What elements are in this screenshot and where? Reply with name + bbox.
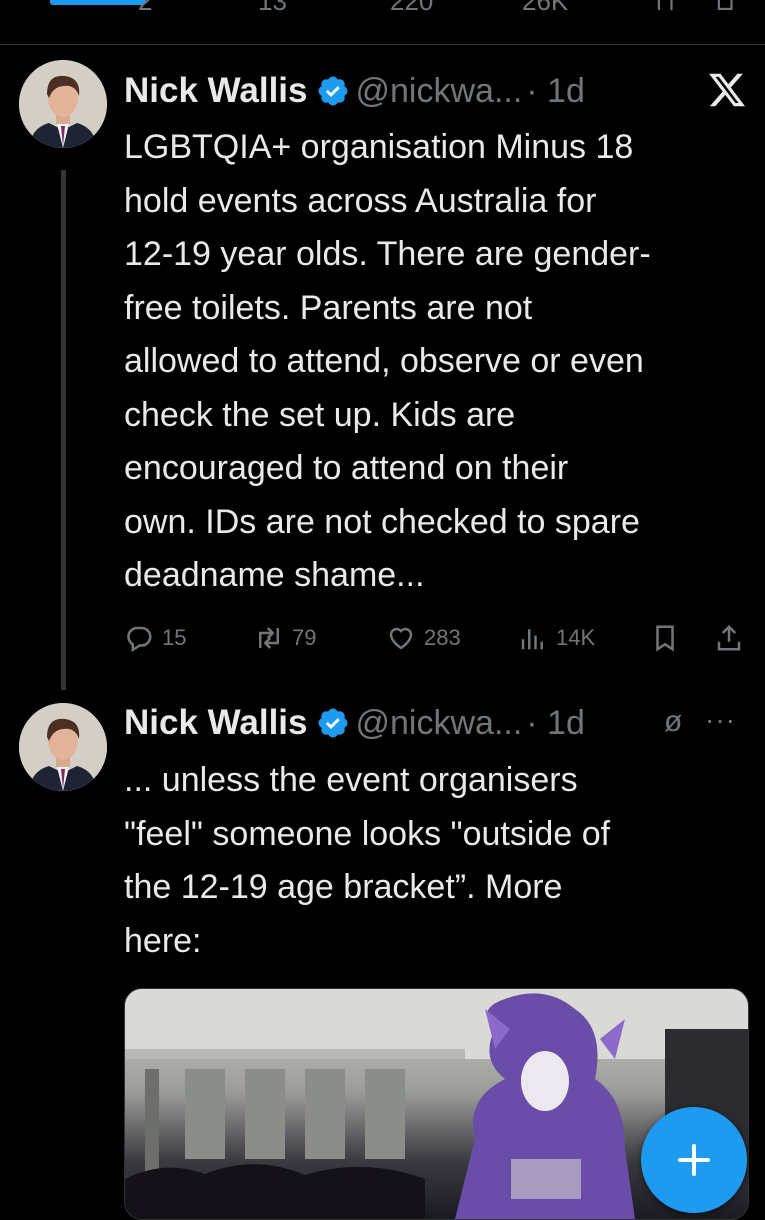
previous-reply-count[interactable]: 2 bbox=[138, 0, 152, 16]
avatar[interactable] bbox=[19, 703, 107, 791]
tweet-time[interactable]: · 1d bbox=[526, 704, 585, 743]
author-handle[interactable]: @nickwa... bbox=[356, 72, 523, 111]
repost-icon bbox=[259, 627, 279, 649]
author-name[interactable]: Nick Wallis bbox=[124, 703, 308, 743]
tweet-time[interactable]: · 1d bbox=[526, 72, 585, 111]
reply-count: 15 bbox=[162, 625, 187, 650]
tweet-line: hold events across Australia for bbox=[124, 181, 597, 220]
previous-repost-count[interactable]: 13 bbox=[258, 0, 287, 16]
avatar-image bbox=[19, 703, 107, 791]
author-name[interactable]: Nick Wallis bbox=[124, 71, 308, 111]
repost-button[interactable]: 79 bbox=[254, 618, 316, 658]
share-icon[interactable]: ⊔ bbox=[715, 0, 735, 16]
tweet-line: ... unless the event organisers bbox=[124, 761, 578, 799]
tweet-line: "feel" someone looks "outside of bbox=[124, 814, 611, 853]
tweet-line: here: bbox=[124, 921, 202, 960]
views-icon bbox=[521, 629, 543, 650]
reply-icon bbox=[127, 626, 152, 653]
divider bbox=[0, 44, 765, 45]
bookmark-icon[interactable]: ⊓ bbox=[655, 0, 675, 16]
avatar[interactable] bbox=[19, 60, 107, 148]
tweet-line: own. IDs are not checked to spare bbox=[124, 502, 640, 541]
verified-badge-icon bbox=[317, 708, 348, 738]
tweet-header: Nick Wallis @nickwa... · 1d bbox=[124, 66, 585, 116]
tweet-line: 12-19 year olds. There are gender- bbox=[124, 235, 651, 273]
previous-tweet-actions: 2 13 220 26K ⊓ ⊔ bbox=[0, 0, 765, 44]
tweet-line: check the set up. Kids are bbox=[124, 395, 516, 434]
bookmark-icon bbox=[656, 625, 674, 652]
author-handle[interactable]: @nickwa... bbox=[356, 704, 523, 743]
avatar-image bbox=[19, 60, 107, 148]
bookmark-button[interactable] bbox=[650, 618, 688, 658]
reply-button[interactable]: 15 bbox=[124, 618, 186, 658]
tweet-line: free toilets. Parents are not bbox=[124, 288, 533, 327]
heart-icon bbox=[389, 627, 413, 650]
previous-like-count[interactable]: 220 bbox=[390, 0, 433, 16]
plus-icon bbox=[678, 1144, 710, 1176]
tweet-text: LGBTQIA+ organisation Minus 18 hold even… bbox=[124, 121, 754, 603]
verified-badge-icon bbox=[317, 76, 348, 106]
views-button[interactable]: 14K bbox=[518, 618, 595, 658]
repost-count: 79 bbox=[292, 625, 317, 650]
tweet-line: deadname shame... bbox=[124, 556, 425, 594]
share-button[interactable] bbox=[714, 618, 752, 658]
tweet-line: LGBTQIA+ organisation Minus 18 bbox=[124, 128, 634, 166]
thread-connector bbox=[61, 170, 66, 690]
tweet-actions: 15 79 283 14K bbox=[124, 618, 749, 658]
more-icon[interactable]: ··· bbox=[705, 704, 736, 736]
x-logo-icon[interactable] bbox=[707, 70, 747, 110]
like-button[interactable]: 283 bbox=[386, 618, 461, 658]
compose-button[interactable] bbox=[641, 1107, 747, 1213]
previous-view-count[interactable]: 26K bbox=[522, 0, 568, 16]
view-count: 14K bbox=[556, 625, 596, 650]
tweet-line: allowed to attend, observe or even bbox=[124, 342, 644, 380]
tweet-line: encouraged to attend on their bbox=[124, 449, 569, 487]
tweet-header: Nick Wallis @nickwa... · 1d bbox=[124, 698, 585, 748]
muted-icon[interactable]: ø bbox=[664, 705, 682, 739]
share-icon bbox=[717, 624, 741, 651]
scroll-indicator bbox=[50, 0, 146, 5]
tweet-line: the 12-19 age bracket”. More bbox=[124, 868, 563, 906]
tweet-text: ... unless the event organisers "feel" s… bbox=[124, 754, 754, 968]
like-count: 283 bbox=[424, 625, 461, 650]
